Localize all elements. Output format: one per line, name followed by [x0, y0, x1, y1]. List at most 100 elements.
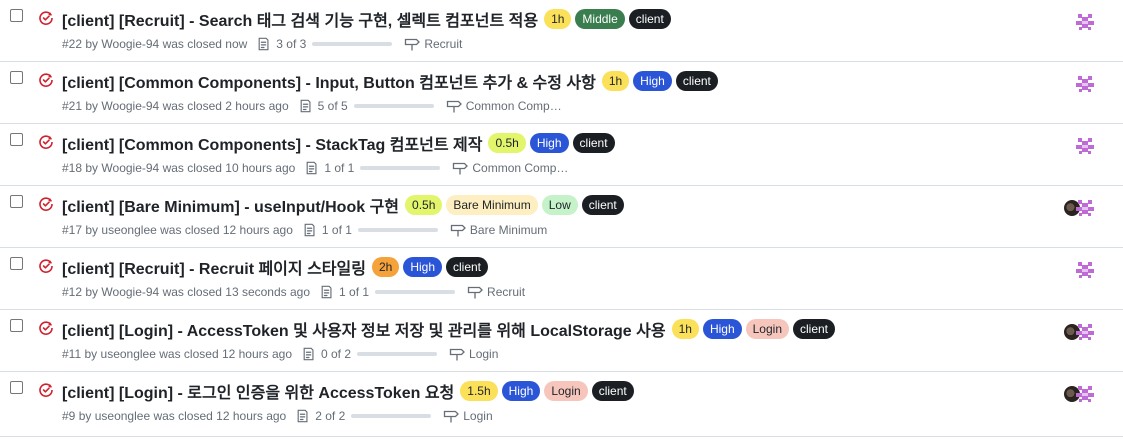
- issue-by: by: [84, 347, 98, 361]
- issue-label[interactable]: client: [446, 257, 489, 277]
- issue-checkbox[interactable]: [10, 257, 23, 270]
- issue-author-link[interactable]: Woogie-94: [101, 37, 159, 51]
- issue-title-link[interactable]: [client] [Recruit] - Recruit 페이지 스타일링: [62, 255, 366, 279]
- issue-author-link[interactable]: Woogie-94: [101, 161, 159, 175]
- milestone-link[interactable]: Common Comp…: [466, 99, 562, 113]
- task-progress-text[interactable]: 1 of 1: [322, 223, 352, 237]
- assignee-avatars: [1075, 136, 1095, 156]
- issue-label[interactable]: client: [793, 319, 836, 339]
- issue-label[interactable]: 1h: [544, 9, 572, 29]
- issue-by: by: [85, 37, 99, 51]
- tasklist-icon: [303, 223, 317, 237]
- milestone-icon: [452, 161, 469, 175]
- issue-label[interactable]: client: [572, 133, 615, 153]
- issue-label[interactable]: 0.5h: [405, 195, 443, 215]
- task-progress-text[interactable]: 1 of 1: [324, 161, 354, 175]
- issue-label[interactable]: 1h: [601, 71, 630, 91]
- issue-author-link[interactable]: Woogie-94: [101, 99, 159, 113]
- issue-row[interactable]: [client] [Recruit] - Recruit 페이지 스타일링 2h…: [0, 248, 1123, 310]
- issue-closed-time: was closed 12 hours ago: [160, 223, 293, 237]
- issue-label[interactable]: High: [633, 71, 672, 91]
- issue-author-link[interactable]: useonglee: [101, 347, 156, 361]
- issue-label[interactable]: 2h: [371, 257, 400, 277]
- task-progress-text[interactable]: 2 of 2: [315, 409, 345, 423]
- issue-label[interactable]: Bare Minimum: [446, 195, 538, 215]
- issue-label[interactable]: High: [501, 381, 541, 401]
- issue-label[interactable]: 0.5h: [488, 133, 526, 153]
- issue-label[interactable]: Login: [544, 381, 588, 401]
- issue-label[interactable]: client: [591, 381, 634, 401]
- task-progress-text[interactable]: 3 of 3: [276, 37, 306, 51]
- task-progress-text[interactable]: 0 of 2: [321, 347, 351, 361]
- milestone-icon: [449, 347, 465, 361]
- task-progress-text[interactable]: 1 of 1: [339, 285, 369, 299]
- issue-label[interactable]: 1.5h: [460, 381, 498, 401]
- task-progress-bar: [353, 104, 434, 108]
- issue-row[interactable]: [client] [Login] - AccessToken 및 사용자 정보 …: [0, 310, 1123, 372]
- issue-title-link[interactable]: [client] [Common Components] - Input, Bu…: [62, 69, 596, 93]
- milestone-icon: [446, 99, 462, 113]
- tasklist-icon: [296, 409, 310, 423]
- issue-closed-time: was closed 13 seconds ago: [162, 285, 311, 299]
- issue-number: #12: [62, 285, 83, 299]
- issue-label[interactable]: client: [628, 9, 671, 29]
- issue-author-link[interactable]: Woogie-94: [101, 285, 159, 299]
- milestone-link[interactable]: Bare Minimum: [470, 223, 547, 237]
- issue-title-link[interactable]: [client] [Login] - 로그인 인증을 위한 AccessToke…: [62, 379, 454, 403]
- issue-label[interactable]: 1h: [671, 319, 699, 339]
- issue-row[interactable]: [client] [Common Components] - Input, Bu…: [0, 62, 1123, 124]
- issue-row[interactable]: [client] [Bare Minimum] - useInput/Hook …: [0, 186, 1123, 248]
- assignee-bot-avatar[interactable]: [1075, 198, 1095, 218]
- issue-title-link[interactable]: [client] [Bare Minimum] - useInput/Hook …: [62, 193, 399, 217]
- issue-checkbox[interactable]: [10, 381, 23, 394]
- milestone-link[interactable]: Recruit: [487, 285, 525, 299]
- issue-title-link[interactable]: [client] [Recruit] - Search 태그 검색 기능 구현,…: [62, 7, 538, 31]
- milestone-icon: [450, 223, 466, 237]
- issue-title-link[interactable]: [client] [Login] - AccessToken 및 사용자 정보 …: [62, 317, 666, 341]
- task-progress-text[interactable]: 5 of 5: [318, 99, 348, 113]
- issue-label[interactable]: client: [675, 71, 718, 91]
- task-progress-bar: [357, 352, 438, 356]
- issue-by: by: [85, 161, 99, 175]
- issue-author-link[interactable]: useonglee: [95, 409, 150, 423]
- issue-checkbox[interactable]: [10, 133, 23, 146]
- issue-checkbox[interactable]: [10, 195, 23, 208]
- issue-checkbox[interactable]: [10, 319, 23, 332]
- issue-label[interactable]: Middle: [575, 9, 625, 29]
- issue-meta: #12 by Woogie-94 was closed 13 seconds a…: [62, 285, 525, 299]
- milestone-link[interactable]: Recruit: [424, 37, 462, 51]
- issue-author-link[interactable]: useonglee: [101, 223, 156, 237]
- assignee-avatars: [1075, 12, 1095, 32]
- milestone-link[interactable]: Login: [463, 409, 492, 423]
- milestone-icon: [443, 409, 460, 423]
- assignee-bot-avatar[interactable]: [1075, 260, 1095, 280]
- issue-closed-time: was closed 12 hours ago: [159, 347, 292, 361]
- tasklist-icon: [257, 37, 271, 51]
- issue-label[interactable]: High: [529, 133, 569, 153]
- issue-title-line: [client] [Recruit] - Search 태그 검색 기능 구현,…: [62, 7, 671, 31]
- milestone-link[interactable]: Login: [469, 347, 498, 361]
- assignee-bot-avatar[interactable]: [1075, 74, 1095, 94]
- issue-label[interactable]: Low: [541, 195, 578, 215]
- issue-checkbox[interactable]: [10, 71, 23, 84]
- milestone-link[interactable]: Common Comp…: [472, 161, 568, 175]
- issue-label[interactable]: High: [403, 257, 442, 277]
- issue-checkbox[interactable]: [10, 9, 23, 22]
- task-progress-bar: [375, 290, 456, 294]
- assignee-bot-avatar[interactable]: [1075, 322, 1095, 342]
- tasklist-icon: [320, 285, 334, 299]
- issue-row[interactable]: [client] [Common Components] - StackTag …: [0, 124, 1123, 186]
- assignee-bot-avatar[interactable]: [1075, 384, 1095, 404]
- issue-row[interactable]: [client] [Recruit] - Search 태그 검색 기능 구현,…: [0, 0, 1123, 62]
- issue-label[interactable]: Login: [745, 319, 789, 339]
- assignee-bot-avatar[interactable]: [1075, 136, 1095, 156]
- issue-label[interactable]: High: [702, 319, 742, 339]
- issue-title-line: [client] [Login] - AccessToken 및 사용자 정보 …: [62, 317, 836, 341]
- issue-number: #21: [62, 99, 83, 113]
- assignee-bot-avatar[interactable]: [1075, 12, 1095, 32]
- issue-number: #18: [62, 161, 83, 175]
- issue-by: by: [85, 285, 99, 299]
- issue-title-link[interactable]: [client] [Common Components] - StackTag …: [62, 131, 482, 155]
- issue-label[interactable]: client: [581, 195, 624, 215]
- issue-row[interactable]: [client] [Login] - 로그인 인증을 위한 AccessToke…: [0, 372, 1123, 437]
